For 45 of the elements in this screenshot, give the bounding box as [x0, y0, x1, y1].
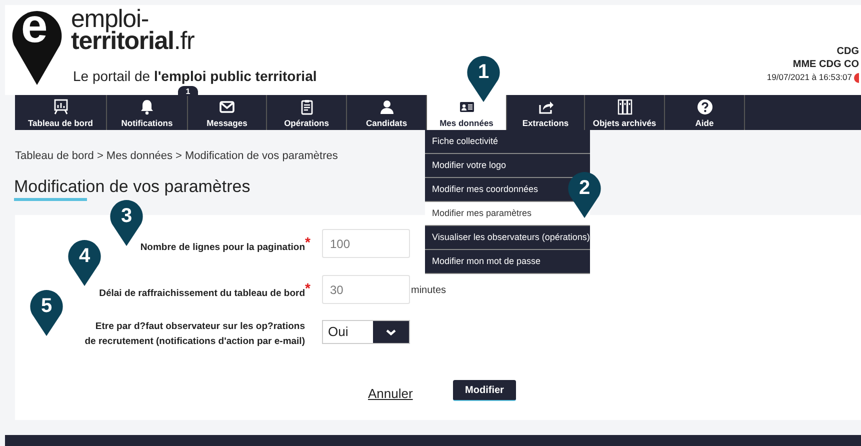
breadcrumb: Tableau de bord > Mes données > Modification de vos paramètres [15, 149, 338, 164]
nav-tab[interactable]: Opérations [267, 95, 347, 130]
submit-button[interactable]: Modifier [453, 380, 516, 401]
callout-tooltip: 2 [568, 172, 601, 218]
login-timestamp: 19/07/2021 à 16:53:07 [766, 71, 852, 84]
menu-item[interactable]: Visualiser les observateurs (opérations) [425, 226, 590, 250]
person-icon [378, 99, 394, 115]
required-asterisk: * [305, 235, 310, 249]
status-icon [854, 72, 859, 82]
nav-tab[interactable]: Mes données [427, 95, 507, 130]
callout-tooltip: 4 [68, 240, 101, 286]
logo-text: territorial.fr [71, 29, 194, 54]
share-icon [538, 99, 554, 115]
bell-icon [139, 99, 155, 115]
chevron-down-icon [386, 328, 396, 336]
notification-badge: 1 [178, 86, 198, 96]
field-label: Etre par d?faut observateur sur les op?rations de recrutement (notifications d'action par e-mail) [84, 320, 305, 349]
logo-pin-icon [12, 11, 62, 85]
cancel-link[interactable]: Annuler [368, 384, 413, 404]
callout-tooltip: 1 [467, 56, 500, 102]
id-card-icon [458, 99, 474, 115]
organisation-name: CDG [836, 45, 859, 58]
callout-tooltip: 5 [30, 290, 63, 336]
field-label: Délai de raffraichissement du tableau de bord [98, 287, 305, 301]
nav-tab[interactable]: Tableau de bord [15, 95, 107, 130]
nav-tab[interactable]: Objets archivés [585, 95, 665, 130]
page-title: Modification de vos paramètres [14, 176, 250, 198]
required-asterisk: * [305, 281, 310, 295]
nav-tab[interactable]: Aide [665, 95, 745, 130]
help-icon [696, 99, 712, 115]
unit-label: minutes [411, 284, 446, 298]
user-name: MME CDG CO [792, 58, 859, 71]
menu-item[interactable]: Modifier mes paramètres [425, 202, 590, 226]
menu-item[interactable]: Modifier mon mot de passe [425, 250, 590, 274]
clipboard-icon [298, 99, 314, 115]
envelope-icon [219, 99, 235, 115]
tagline: Le portail de l'emploi public territorial [73, 69, 317, 83]
logo-letter: e [21, 3, 48, 51]
input-field[interactable]: 100 [322, 229, 410, 258]
chart-board-icon [52, 99, 68, 115]
binders-icon [616, 99, 632, 115]
menu-item[interactable]: Fiche collectivité [425, 130, 590, 154]
dropdown-select[interactable]: Oui [322, 320, 410, 344]
input-field[interactable]: 30 [322, 275, 410, 304]
logo-text: emploi- [71, 7, 149, 32]
